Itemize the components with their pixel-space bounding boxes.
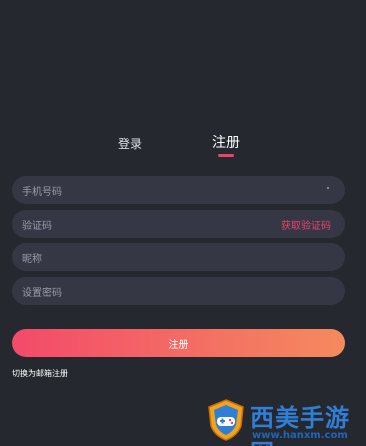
phone-placeholder: 手机号码	[22, 187, 62, 198]
nickname-input[interactable]: 昵称	[12, 243, 345, 271]
watermark: 西美手游网 www.hanxm.com	[206, 398, 362, 446]
phone-input[interactable]: 手机号码	[12, 176, 345, 204]
register-screen: 登录 注册 手机号码 验证码 获取验证码 昵称 设置密码 注册 切换为邮箱注册 …	[0, 0, 366, 446]
cursor-dot	[327, 187, 329, 189]
watermark-url: www.hanxm.com	[252, 430, 348, 441]
register-button-label: 注册	[168, 339, 189, 351]
gamepad-shield-logo-icon	[208, 399, 244, 441]
auth-tabs: 登录 注册	[0, 132, 366, 162]
register-button[interactable]: 注册	[12, 329, 345, 357]
password-input[interactable]: 设置密码	[12, 277, 345, 305]
nickname-placeholder: 昵称	[22, 254, 42, 265]
active-tab-indicator	[218, 154, 234, 157]
verification-code-input[interactable]: 验证码 获取验证码	[12, 210, 345, 238]
tab-login[interactable]: 登录	[118, 135, 142, 152]
password-placeholder: 设置密码	[22, 288, 62, 299]
tab-register[interactable]: 注册	[212, 132, 240, 152]
get-code-button[interactable]: 获取验证码	[281, 217, 331, 232]
switch-to-email-link[interactable]: 切换为邮箱注册	[12, 368, 68, 379]
code-placeholder: 验证码	[22, 221, 52, 232]
